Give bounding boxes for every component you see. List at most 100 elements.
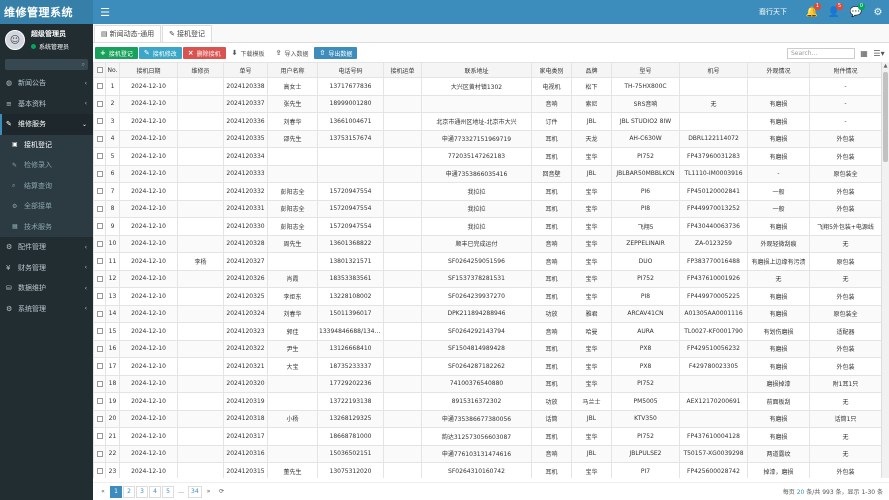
page-button[interactable]: 4 [149,485,161,498]
column-header[interactable]: 用户名称 [267,62,318,78]
table-row[interactable]: 19 2024-12-10 2024120319 13722193138 8915316… [93,392,881,411]
sidebar-sub-all[interactable]: ⚙ 全部接单 [0,196,93,217]
row-checkbox[interactable] [93,129,106,148]
row-checkbox[interactable] [93,94,106,113]
scroll-thumb[interactable] [883,72,888,162]
table-row[interactable]: 23 2024-12-10 2024120315 董先生 13075312020 SF02… [93,462,881,478]
row-checkbox[interactable] [93,147,106,166]
sidebar-item-finance[interactable]: ¥ 财务管理 ‹ [0,258,93,279]
row-checkbox[interactable] [93,112,106,131]
user-icon[interactable]: 👤 5 [823,0,845,24]
row-checkbox[interactable] [93,304,106,323]
sidebar-sub-inspect[interactable]: ✎ 检修录入 [0,155,93,176]
row-checkbox[interactable] [93,77,106,96]
sidebar-item-data[interactable]: ⛁ 数据维护 ‹ [0,278,93,299]
page-size-select[interactable]: 20 [797,489,805,496]
column-header[interactable]: 机号 [679,62,748,78]
bell-icon[interactable]: 🔔 1 [801,0,823,24]
row-checkbox[interactable] [93,444,106,463]
header-user-name[interactable]: 裔行天下 [759,7,787,17]
edit-register-button[interactable]: ✎ 接机修改 [138,47,182,59]
table-row[interactable]: 12 2024-12-10 2024120326 肖霞 18353383561 SF153… [93,269,881,288]
column-header[interactable]: 附件情况 [809,62,881,78]
columns-dropdown-icon[interactable]: ☰▾ [873,48,885,59]
column-header[interactable]: No. [105,62,120,78]
column-header[interactable]: 联系地址 [421,62,532,78]
select-all-checkbox[interactable] [93,62,106,78]
page-button[interactable]: 3 [136,485,148,498]
vertical-scrollbar[interactable]: ▲ [881,62,889,478]
row-checkbox[interactable] [93,322,106,341]
export-data-button[interactable]: ⇧ 导出数据 [314,47,358,59]
tab-register[interactable]: ✎ 接机登记 [162,25,213,42]
sidebar-sub-register[interactable]: ▣ 接机登记 [0,135,93,156]
column-header[interactable]: 品牌 [571,62,612,78]
sidebar-item-system[interactable]: ⚙ 系统管理 ‹ [0,299,93,320]
table-row[interactable]: 10 2024-12-10 2024120328 周先生 13601368822 顺丰已完… [93,234,881,253]
column-header[interactable]: 家电类别 [531,62,572,78]
table-row[interactable]: 17 2024-12-10 2024120321 大宝 18735233337 SF026… [93,357,881,376]
table-row[interactable]: 14 2024-12-10 2024120324 刘春华 15011396017 DPK2… [93,304,881,323]
table-row[interactable]: 6 2024-12-10 2024120333 申通735386603541​6 回音壁… [93,164,881,183]
column-header[interactable]: 电话号码 [317,62,384,78]
table-row[interactable]: 1 2024-12-10 2024120338 高女士 13717677836 大兴区黄村… [93,77,881,96]
row-checkbox[interactable] [93,217,106,236]
sidebar-toggle-icon[interactable]: ☰ [93,0,117,24]
sidebar-item-repair[interactable]: ✎ 维修服务 ⌄ [0,114,93,135]
row-checkbox[interactable] [93,252,106,271]
import-data-button[interactable]: ⇪ 导入数据 [271,47,314,59]
app-logo[interactable]: 维修管理系统 [0,0,93,24]
page-button[interactable]: 5 [162,485,174,498]
column-header[interactable]: 接机日期 [119,62,178,78]
table-row[interactable]: 13 2024-12-10 2024120325 李炬东 13228108002 SF02… [93,287,881,306]
column-header[interactable]: 外观情况 [747,62,810,78]
table-row[interactable]: 5 2024-12-10 2024120334 772035147262183 耳机 宝华… [93,147,881,166]
row-checkbox[interactable] [93,374,106,393]
grid-view-icon[interactable]: ▦ [858,48,870,59]
page-button[interactable]: 34 [188,485,202,498]
settings-icon[interactable]: ⚙ [867,0,889,24]
page-button[interactable]: 2 [123,485,135,498]
table-search-input[interactable]: Search... [787,47,855,59]
refresh-icon[interactable]: ⟳ [215,485,228,498]
row-checkbox[interactable] [93,339,106,358]
row-checkbox[interactable] [93,234,106,253]
download-template-button[interactable]: ⬇ 下载模板 [227,47,270,59]
table-row[interactable]: 3 2024-12-10 2024120336 刘春华 13661004671 北京市通州… [93,112,881,131]
sidebar-item-basic[interactable]: ≡ 基本资料 ‹ [0,94,93,115]
row-checkbox[interactable] [93,392,106,411]
sidebar-sub-tech[interactable]: ▦ 技术服务 [0,217,93,238]
column-header[interactable]: 单号 [223,62,268,78]
table-row[interactable]: 11 2024-12-10 李杨 2024120327 13801321571 SF026… [93,252,881,271]
table-row[interactable]: 20 2024-12-10 2024120318 小杨 13268129325 申通735… [93,409,881,428]
page-button[interactable]: 1 [110,485,122,498]
scroll-up-icon[interactable]: ▲ [882,62,889,70]
next-page-button[interactable]: » [202,485,215,498]
table-row[interactable]: 21 2024-12-10 2024120317 18668781000 韵达31257… [93,427,881,446]
column-header[interactable]: 接机运单 [383,62,422,78]
sidebar-sub-settle[interactable]: ⌕ 结算查询 [0,176,93,197]
row-checkbox[interactable] [93,164,106,183]
row-checkbox[interactable] [93,269,106,288]
table-row[interactable]: 9 2024-12-10 2024120330 彭阳志全 15720947554 我拉拉耳… [93,217,881,236]
table-row[interactable]: 2 2024-12-10 2024120337 张先生 18999001280 音响 索尼 S… [93,94,881,113]
row-checkbox[interactable] [93,182,106,201]
table-row[interactable]: 22 2024-12-10 2024120316 15036502151 申通77610… [93,444,881,463]
delete-register-button[interactable]: × 删除接机 [182,47,226,59]
add-register-button[interactable]: + 接机登记 [95,47,138,59]
sidebar-item-parts[interactable]: ⚙ 配件管理 ‹ [0,237,93,258]
row-checkbox[interactable] [93,199,106,218]
column-header[interactable]: 型号 [611,62,680,78]
row-checkbox[interactable] [93,409,106,428]
table-row[interactable]: 8 2024-12-10 2024120331 彭阳志全 15720947554 我拉拉耳… [93,199,881,218]
table-row[interactable]: 4 2024-12-10 2024120335 邵先生 13753157674 申通773… [93,129,881,148]
table-row[interactable]: 7 2024-12-10 2024120332 彭阳志全 15720947554 我拉拉耳… [93,182,881,201]
row-checkbox[interactable] [93,462,106,478]
column-header[interactable]: 维修员 [177,62,224,78]
row-checkbox[interactable] [93,287,106,306]
sidebar-item-news[interactable]: ◍ 新闻公告 ‹ [0,73,93,94]
first-page-button[interactable]: « [97,485,109,498]
chat-icon[interactable]: 💬 0 [845,0,867,24]
table-row[interactable]: 15 2024-12-10 2024120323 郭佳 13394846688/1340… [93,322,881,341]
table-row[interactable]: 18 2024-12-10 2024120320 17729202236 7410037… [93,374,881,393]
